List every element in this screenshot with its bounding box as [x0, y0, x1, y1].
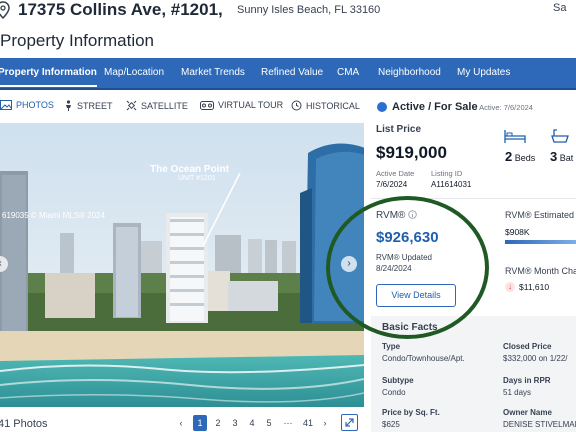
- page-title: Property Information: [0, 31, 155, 50]
- pager-page-3[interactable]: 3: [228, 415, 242, 431]
- tab-historical[interactable]: HISTORICAL: [291, 100, 360, 111]
- baths-label: Bat: [559, 153, 574, 163]
- property-address: 17375 Collins Ave, #1201,: [18, 0, 223, 19]
- pager-page-1[interactable]: 1: [193, 415, 207, 431]
- fact-type-value: Condo/Townhouse/Apt.: [382, 354, 465, 363]
- listing-id-label: Listing ID: [431, 169, 463, 178]
- property-photo[interactable]: The Ocean Point UNIT #1201 619035 © Miam…: [0, 123, 364, 407]
- rvm-estimated-range-bar: [505, 240, 576, 244]
- nav-my-updates[interactable]: My Updates: [457, 67, 510, 78]
- pager-page-2[interactable]: 2: [211, 415, 225, 431]
- rvm-estimated-label: RVM® Estimated R: [505, 210, 576, 220]
- bed-icon: [504, 130, 526, 143]
- pager-page-4[interactable]: 4: [245, 415, 259, 431]
- nav-neighborhood[interactable]: Neighborhood: [378, 67, 441, 78]
- fact-days-in-rpr-label: Days in RPR: [503, 376, 551, 385]
- property-city-line: Sunny Isles Beach, FL 33160: [237, 4, 381, 16]
- save-button[interactable]: Sa: [553, 2, 566, 14]
- listing-id-value: A11614031: [431, 180, 472, 189]
- tab-virtual-tour-label: VIRTUAL TOUR: [218, 100, 284, 110]
- fact-closed-price-label: Closed Price: [503, 342, 552, 351]
- list-price-value: $919,000: [376, 143, 447, 162]
- photo-overlay-unit: UNIT #1201: [178, 175, 216, 182]
- main-nav: Property Information Map/Location Market…: [0, 58, 576, 90]
- property-page: 17375 Collins Ave, #1201, Sunny Isles Be…: [0, 0, 576, 432]
- arrow-down-icon: ↓: [505, 282, 515, 292]
- highlight-circle-annotation: [326, 196, 489, 339]
- expand-photo-button[interactable]: [341, 414, 358, 431]
- beds-label: Beds: [514, 153, 536, 163]
- baths-number: 3: [550, 149, 558, 164]
- pager-page-41[interactable]: 41: [300, 415, 316, 431]
- vr-icon: [200, 100, 214, 110]
- rvm-month-change-label: RVM® Month Cha: [505, 266, 576, 276]
- nav-market-trends[interactable]: Market Trends: [181, 67, 245, 78]
- nav-property-information[interactable]: Property Information: [0, 67, 97, 87]
- photo-overlay-name: The Ocean Point: [150, 164, 229, 175]
- history-icon: [291, 100, 302, 111]
- fact-days-in-rpr-value: 51 days: [503, 388, 532, 397]
- fact-owner-name-value: DENISE STIVELMAN: [503, 420, 576, 429]
- listing-status-date: · Active: 7/6/2024: [475, 103, 533, 112]
- nav-map-location[interactable]: Map/Location: [104, 67, 164, 78]
- fact-owner-name-label: Owner Name: [503, 408, 552, 417]
- tab-street-label: STREET: [77, 100, 113, 111]
- photo-icon: [0, 100, 12, 110]
- tab-virtual-tour[interactable]: VIRTUAL TOUR: [200, 100, 283, 110]
- beds-number: 2: [505, 149, 513, 164]
- expand-icon: [345, 418, 354, 427]
- person-icon: [66, 100, 71, 111]
- photo-count: 41 Photos: [0, 418, 48, 430]
- photo-credit: 619035 © Miami MLS® 2024: [2, 211, 105, 220]
- pager-ellipsis: ···: [283, 418, 293, 428]
- tab-historical-label: HISTORICAL: [306, 100, 360, 111]
- list-price-label: List Price: [376, 124, 422, 135]
- pager-next-button[interactable]: ›: [320, 415, 330, 431]
- tab-satellite[interactable]: SATELLITE: [126, 100, 188, 111]
- address-header: 17375 Collins Ave, #1201, Sunny Isles Be…: [0, 0, 576, 24]
- fact-price-sqft-value: $625: [382, 420, 400, 429]
- baths-count: 3 Bat: [550, 149, 573, 164]
- location-pin-icon: [0, 1, 10, 19]
- fact-closed-price-value: $332,000 on 1/22/: [503, 354, 568, 363]
- rvm-estimated-value: $908K: [505, 227, 530, 237]
- fact-subtype-value: Condo: [382, 388, 406, 397]
- bath-icon: [551, 129, 569, 143]
- listing-status: Active / For Sale: [392, 101, 478, 113]
- fact-type-label: Type: [382, 342, 401, 351]
- tab-satellite-label: SATELLITE: [141, 100, 188, 111]
- fact-subtype-label: Subtype: [382, 376, 414, 385]
- beds-count: 2 Beds: [505, 149, 535, 164]
- nav-refined-value[interactable]: Refined Value: [261, 67, 323, 78]
- tab-photos-label: PHOTOS: [16, 100, 54, 110]
- tab-street[interactable]: STREET: [64, 100, 113, 111]
- active-date-label: Active Date: [376, 169, 415, 178]
- tab-photos[interactable]: PHOTOS: [0, 100, 54, 110]
- rvm-month-change-value: $11,610: [519, 282, 550, 292]
- status-dot: [377, 102, 387, 112]
- active-date-value: 7/6/2024: [376, 180, 408, 189]
- nav-cma[interactable]: CMA: [337, 67, 359, 78]
- pager-prev-button[interactable]: ‹: [176, 415, 186, 431]
- fact-price-sqft-label: Price by Sq. Ft.: [382, 408, 440, 417]
- pager-page-5[interactable]: 5: [262, 415, 276, 431]
- save-label: Sa: [553, 2, 567, 14]
- satellite-icon: [126, 100, 137, 111]
